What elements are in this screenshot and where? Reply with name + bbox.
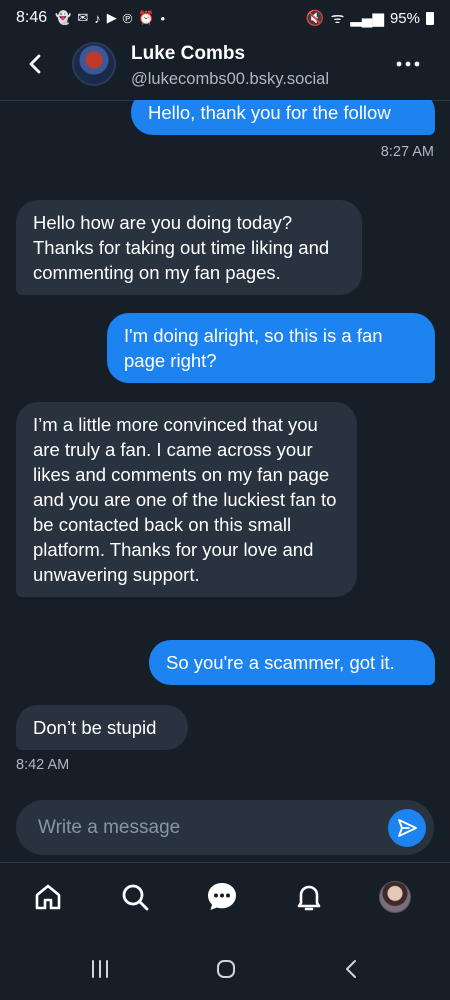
ellipsis-icon: [396, 61, 420, 67]
notification-icons: 👻 ✉ ♪ ▶ ℗ ⏰ •: [55, 10, 165, 26]
message-bubble-incoming[interactable]: Hello how are you doing today? Thanks fo…: [16, 200, 362, 295]
back-arrow-icon: [346, 960, 356, 978]
system-navigation-bar: [0, 935, 450, 1000]
send-icon: [398, 819, 417, 837]
message-input[interactable]: [38, 814, 368, 842]
tab-home[interactable]: [28, 877, 68, 917]
inbox-icon: ✉: [77, 10, 89, 25]
mute-icon: 🔇: [305, 10, 325, 27]
home-icon: [35, 884, 61, 910]
pinterest-icon: ℗: [122, 10, 133, 26]
system-back-button[interactable]: [340, 957, 364, 981]
snapchat-icon: 👻: [55, 10, 72, 25]
contact-avatar[interactable]: [72, 42, 116, 86]
more-options-button[interactable]: [396, 56, 420, 72]
message-bubble-outgoing[interactable]: I'm doing alright, so this is a fan page…: [107, 313, 435, 383]
status-time: 8:46: [16, 9, 48, 26]
user-avatar: [379, 881, 411, 913]
status-right: 🔇 ᯤ ▂▄▆ 95%: [306, 8, 434, 28]
battery-icon: [426, 11, 434, 25]
message-timestamp: 8:27 AM: [380, 144, 434, 160]
bell-icon: [297, 885, 321, 911]
message-timestamp: 8:42 AM: [16, 757, 70, 773]
back-button[interactable]: [22, 50, 50, 78]
tab-messages[interactable]: [202, 877, 242, 917]
recent-apps-icon: [92, 960, 108, 978]
message-bubble-incoming[interactable]: I’m a little more convinced that you are…: [16, 402, 357, 597]
tab-profile[interactable]: [375, 877, 415, 917]
tiktok-icon: ♪: [94, 10, 101, 26]
chat-bubble-icon: [208, 883, 236, 910]
home-circle-icon: [217, 960, 235, 978]
wifi-icon: ᯤ: [330, 10, 345, 27]
search-icon: [122, 884, 149, 911]
signal-icon: ▂▄▆: [350, 10, 384, 27]
message-bubble-incoming[interactable]: Don’t be stupid: [16, 705, 188, 750]
dot-icon: •: [160, 10, 166, 26]
youtube-icon: ▶: [106, 10, 117, 25]
recent-apps-button[interactable]: [88, 957, 112, 981]
tab-notifications[interactable]: [289, 877, 329, 917]
message-bubble-outgoing[interactable]: So you're a scammer, got it.: [149, 640, 435, 685]
status-bar: 8:46 👻 ✉ ♪ ▶ ℗ ⏰ • 🔇 ᯤ ▂▄▆ 95%: [0, 0, 450, 36]
message-composer: [16, 800, 434, 855]
bottom-tab-bar: [0, 863, 450, 935]
message-bubble-outgoing[interactable]: Hello, thank you for the follow: [131, 100, 435, 135]
contact-name[interactable]: Luke Combs: [131, 43, 245, 65]
conversation-header: Luke Combs @lukecombs00.bsky.social: [0, 38, 450, 100]
battery-level: 95%: [389, 9, 420, 27]
contact-handle[interactable]: @lukecombs00.bsky.social: [131, 70, 329, 89]
chevron-left-icon: [29, 54, 41, 74]
tab-search[interactable]: [115, 877, 155, 917]
alarm-icon: ⏰: [138, 10, 155, 25]
send-button[interactable]: [388, 809, 426, 847]
home-button[interactable]: [214, 957, 238, 981]
message-list[interactable]: Hello, thank you for the follow 8:27 AM …: [0, 100, 450, 790]
